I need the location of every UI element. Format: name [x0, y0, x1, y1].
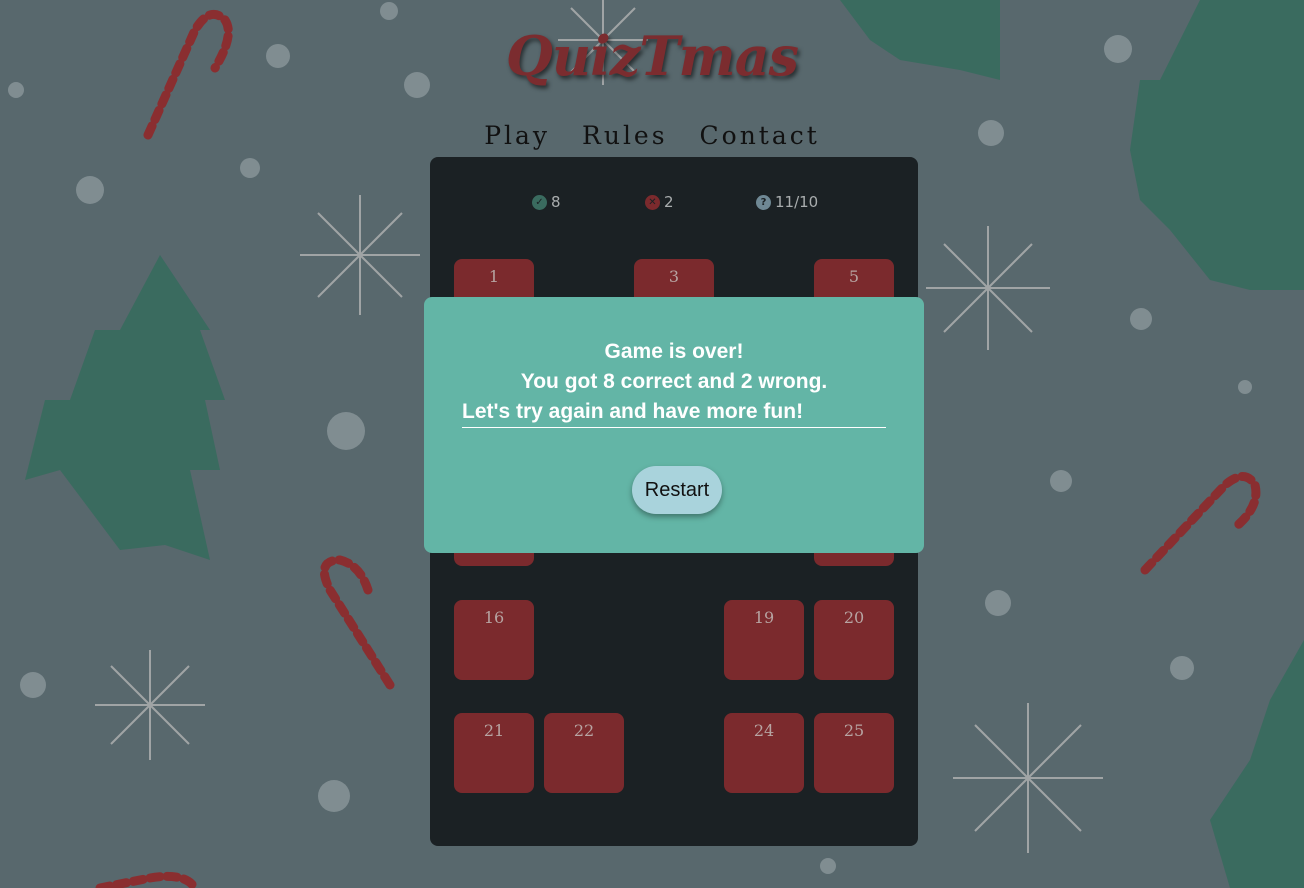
x-circle-icon: ✕ [645, 194, 660, 210]
check-circle-icon: ✓ [532, 194, 547, 210]
correct-score: ✓ 8 [532, 193, 561, 211]
snow-dot [240, 158, 260, 178]
question-tile[interactable]: 20 [814, 600, 894, 680]
snow-dot [1170, 656, 1194, 680]
candy-cane-icon [1140, 472, 1261, 575]
wrong-count: 2 [664, 193, 674, 211]
snow-dot [1130, 308, 1152, 330]
snow-dot [985, 590, 1011, 616]
nav-rules[interactable]: Rules [582, 121, 668, 150]
game-over-message: Game is over! You got 8 correct and 2 wr… [462, 337, 886, 428]
snow-dot [380, 2, 398, 20]
question-tile[interactable]: 21 [454, 713, 534, 793]
question-tile[interactable]: 22 [544, 713, 624, 793]
snow-dot [1050, 470, 1072, 492]
tree-icon [1210, 640, 1304, 888]
question-count: 11/10 [775, 193, 819, 211]
snow-dot [318, 780, 350, 812]
restart-button[interactable]: Restart [632, 466, 722, 514]
game-over-title: Game is over! [604, 340, 744, 363]
question-tile[interactable]: 24 [724, 713, 804, 793]
tree-icon [25, 255, 225, 560]
snowflake-icon [300, 195, 420, 315]
snowflake-icon [95, 650, 205, 760]
candy-cane-icon [319, 555, 395, 690]
main-nav: Play Rules Contact [0, 121, 1304, 150]
app-logo[interactable]: QuizTmas [0, 24, 1304, 88]
snow-dot [327, 412, 365, 450]
question-tile[interactable]: 25 [814, 713, 894, 793]
wrong-score: ✕ 2 [645, 193, 674, 211]
snowflake-icon [926, 226, 1050, 350]
nav-play[interactable]: Play [484, 121, 550, 150]
snow-dot [76, 176, 104, 204]
question-tile[interactable]: 19 [724, 600, 804, 680]
snowflake-icon [953, 703, 1103, 853]
nav-contact[interactable]: Contact [700, 121, 820, 150]
result-summary: You got 8 correct and 2 wrong. [520, 370, 828, 393]
snow-dot [1238, 380, 1252, 394]
game-over-modal: Game is over! You got 8 correct and 2 wr… [424, 297, 924, 553]
question-circle-icon: ? [756, 194, 771, 210]
question-tile[interactable]: 16 [454, 600, 534, 680]
snow-dot [820, 858, 836, 874]
question-progress: ? 11/10 [756, 193, 818, 211]
encouragement-text: Let's try again and have more fun! [462, 397, 886, 428]
snow-dot [20, 672, 46, 698]
correct-count: 8 [551, 193, 561, 211]
candy-cane-icon [95, 871, 200, 888]
